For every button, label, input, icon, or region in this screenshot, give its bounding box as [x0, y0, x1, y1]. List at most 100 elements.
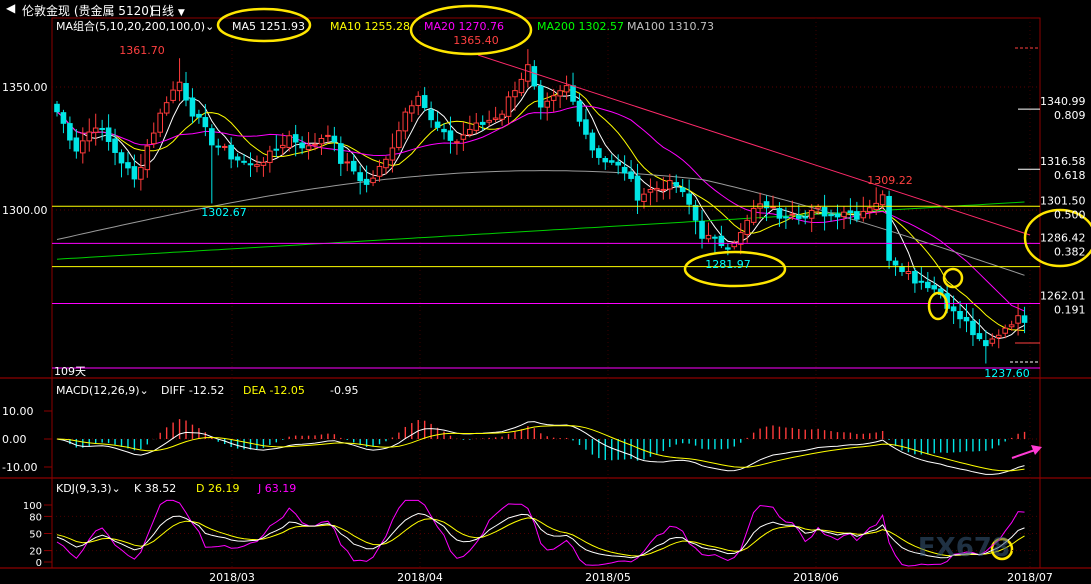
- candle-body: [821, 207, 828, 217]
- candle-body: [338, 143, 344, 164]
- candle-body: [512, 90, 518, 98]
- kdj-legend-item: K 38.52: [134, 482, 176, 495]
- candle-body: [828, 214, 834, 217]
- candle-body: [267, 150, 273, 163]
- candle-body: [350, 160, 357, 172]
- candle-body: [92, 127, 99, 133]
- candle-body: [273, 148, 280, 151]
- macd-panel: [44, 410, 1042, 475]
- candle-body: [531, 66, 538, 87]
- candle-body: [808, 209, 815, 219]
- fib-price-label: 1301.50: [1040, 194, 1086, 207]
- candle-body: [383, 158, 389, 169]
- candle-body: [454, 141, 460, 144]
- candle-body: [725, 247, 731, 250]
- candle-body: [144, 145, 151, 171]
- candle-body: [628, 171, 634, 179]
- candle-body: [705, 234, 712, 240]
- candle-body: [847, 210, 854, 214]
- candle-body: [550, 95, 557, 101]
- candle-body: [834, 213, 841, 218]
- candle-body: [1021, 315, 1028, 323]
- candle-body: [1002, 327, 1008, 334]
- fib-price-label: 1316.58: [1040, 155, 1086, 168]
- candle-body: [312, 143, 318, 146]
- candle-body: [795, 215, 802, 219]
- candle-body: [615, 161, 621, 166]
- candle-body: [112, 138, 118, 153]
- candle-body: [234, 156, 241, 161]
- candle-body: [712, 236, 718, 239]
- candle-body: [525, 64, 531, 82]
- macd-legend-item: DEA -12.05: [243, 384, 305, 397]
- time-tick-label: 2018/07: [1007, 571, 1053, 584]
- candle-body: [499, 113, 505, 120]
- macd-legend-item: -0.95: [330, 384, 358, 397]
- candle-body: [841, 211, 847, 218]
- time-tick-label: 2018/05: [585, 571, 631, 584]
- time-tick-label: 2018/03: [209, 571, 255, 584]
- candle-body: [492, 117, 499, 121]
- ma-legend-item: MA5 1251.93: [232, 20, 305, 33]
- fib-ratio-label: 0.382: [1054, 245, 1086, 258]
- candle-body: [770, 206, 776, 209]
- price-chart[interactable]: MA组合(5,10,20,200,100,0)⌄ MA5 1251.93 MA10 …: [0, 0, 1091, 584]
- candle-body: [744, 219, 750, 235]
- candle-body: [299, 142, 305, 149]
- kdj-legend-label: KDJ(9,3,3)⌄: [56, 482, 121, 495]
- candle-body: [557, 90, 563, 97]
- candle-body: [589, 132, 596, 151]
- ma-legend-item: MA200 1302.57: [537, 20, 624, 33]
- candle-body: [241, 160, 247, 163]
- candle-body: [428, 109, 434, 121]
- macd-legend-label: MACD(12,26,9)⌄: [56, 384, 149, 397]
- candle-body: [957, 311, 963, 320]
- macd-tick-label: 10.00: [2, 405, 34, 418]
- candle-body: [150, 132, 157, 145]
- candle-body: [318, 137, 325, 145]
- candle-body: [221, 145, 228, 148]
- ma-legend-label: MA组合(5,10,20,200,100,0)⌄: [56, 19, 214, 33]
- candle-body: [80, 140, 86, 154]
- candle-body: [73, 137, 80, 152]
- price-tick-label: 1350.00: [2, 81, 48, 94]
- fib-price-label: 1340.99: [1040, 95, 1086, 108]
- candle-body: [408, 105, 415, 114]
- kdj-tick-label: 80: [29, 512, 42, 523]
- time-tick-label: 2018/04: [397, 571, 443, 584]
- candle-body: [544, 100, 551, 108]
- candle-body: [854, 211, 860, 220]
- fib-ratio-label: 0.500: [1054, 208, 1086, 221]
- candle-body: [995, 334, 1002, 339]
- candle-body: [905, 271, 912, 274]
- extreme-price-label: 1237.60: [984, 367, 1030, 380]
- fib-price-label: 1286.42: [1040, 231, 1086, 244]
- candle-body: [802, 216, 809, 219]
- candle-body: [866, 207, 873, 213]
- candle-body: [737, 232, 744, 245]
- candle-body: [131, 166, 138, 180]
- extreme-price-label: 1281.97: [705, 258, 751, 271]
- candle-body: [692, 204, 699, 221]
- candle-body: [286, 135, 293, 148]
- candle-body: [983, 340, 989, 347]
- candle-body: [189, 97, 196, 117]
- kdj-legend-item: J 63.19: [257, 482, 296, 495]
- candle-body: [460, 134, 467, 140]
- candle-body: [376, 165, 383, 177]
- candle-body: [718, 235, 725, 247]
- price-tick-label: 1300.00: [2, 204, 48, 217]
- highlight-candle: [927, 291, 949, 321]
- candle-body: [783, 216, 789, 219]
- candle-body: [118, 152, 125, 164]
- candle-body: [170, 89, 176, 101]
- candle-body: [924, 281, 931, 289]
- candle-body: [976, 333, 983, 340]
- candle-body: [970, 320, 976, 336]
- candle-body: [479, 121, 486, 125]
- candle-body: [209, 128, 215, 146]
- candle-body: [647, 188, 654, 193]
- candle-body: [583, 119, 589, 135]
- candle-body: [608, 160, 615, 163]
- ma-legend-item: MA20 1270.76: [424, 20, 504, 33]
